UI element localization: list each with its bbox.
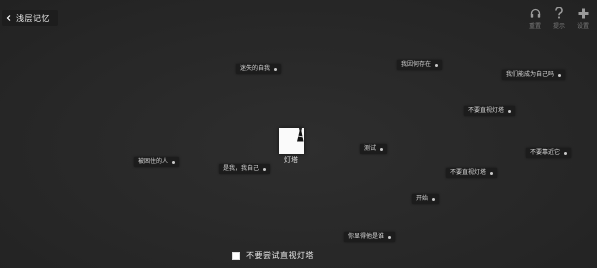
dont-look-checkbox[interactable]: 不要尝试直视灯塔 <box>232 250 314 261</box>
tag-what-i-keep[interactable]: 我因何存在 <box>397 60 443 70</box>
tag-label: 不要靠近它 <box>530 149 561 156</box>
settings-label: 设置 <box>576 23 589 30</box>
tag-lost-self[interactable]: 迷失的自我 <box>236 64 282 74</box>
dot-icon <box>490 171 494 175</box>
tag-dont-look-lighthouse-2[interactable]: 不要直视灯塔 <box>446 168 498 178</box>
game-stage: 浅层记忆 重置 提示 设置 迷失的自我 我因何存在 我们能成为自己吗 不要直视灯… <box>0 0 597 268</box>
settings-button[interactable]: 设置 <box>573 6 593 30</box>
tag-can-we-become[interactable]: 我们能成为自己吗 <box>502 70 566 80</box>
checkbox-label: 不要尝试直视灯塔 <box>246 251 314 260</box>
tag-dont-approach[interactable]: 不要靠近它 <box>526 148 572 158</box>
tag-trapped-person[interactable]: 被困住的人 <box>134 157 180 167</box>
question-icon <box>549 6 569 20</box>
plus-icon <box>573 6 593 20</box>
tag-label: 不要直视灯塔 <box>450 169 487 176</box>
lighthouse-icon <box>297 128 304 142</box>
headphones-icon <box>525 6 545 20</box>
dot-icon <box>172 160 176 164</box>
tag-label: 你显得他是谁 <box>348 233 385 240</box>
lighthouse-label: 灯塔 <box>284 156 298 164</box>
reset-label: 重置 <box>528 23 541 30</box>
scene-title: 浅层记忆 <box>16 13 50 23</box>
tag-start[interactable]: 开始 <box>412 194 440 204</box>
tag-label: 开始 <box>416 195 429 202</box>
tag-its-me[interactable]: 是我，我自己 <box>219 164 271 174</box>
hint-button[interactable]: 提示 <box>549 6 569 30</box>
dot-icon <box>432 197 436 201</box>
dot-icon <box>388 235 392 239</box>
dot-icon <box>564 151 568 155</box>
chevron-left-icon <box>6 15 12 21</box>
checkbox-box[interactable] <box>232 251 240 260</box>
back-button[interactable]: 浅层记忆 <box>2 10 58 26</box>
tag-dont-look-lighthouse[interactable]: 不要直视灯塔 <box>464 106 516 116</box>
tag-label: 我因何存在 <box>401 61 432 68</box>
dot-icon <box>558 73 562 77</box>
tag-label: 被困住的人 <box>138 158 169 165</box>
tag-label: 不要直视灯塔 <box>468 107 505 114</box>
dot-icon <box>263 167 267 171</box>
tag-label: 我们能成为自己吗 <box>506 71 555 78</box>
hint-label: 提示 <box>552 23 565 30</box>
dot-icon <box>435 63 439 67</box>
dot-icon <box>508 109 512 113</box>
dot-icon <box>380 147 384 151</box>
dot-icon <box>274 67 278 71</box>
tag-test[interactable]: 测试 <box>360 144 388 154</box>
tag-label: 迷失的自我 <box>240 65 271 72</box>
tag-you-remember[interactable]: 你显得他是谁 <box>344 232 396 242</box>
tag-label: 测试 <box>364 145 377 152</box>
reset-button[interactable]: 重置 <box>525 6 545 30</box>
tag-label: 是我，我自己 <box>223 165 260 172</box>
lighthouse-card[interactable] <box>279 128 304 154</box>
